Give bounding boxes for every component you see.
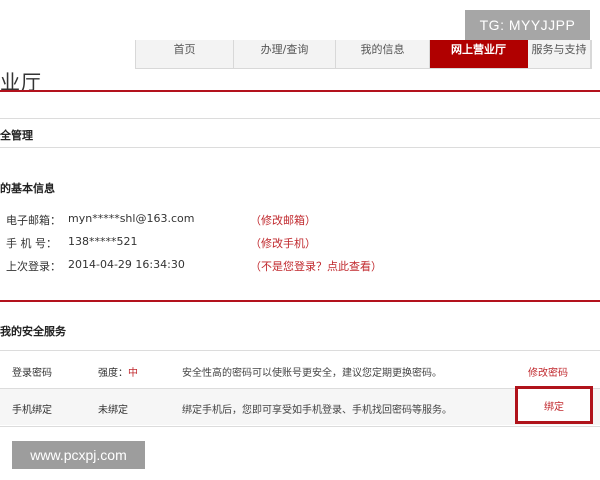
watermark-tag: TG: MYYJJPP [465, 10, 590, 40]
service-row-password: 登录密码 强度：中 安全性高的密码可以使账号更安全，建议您定期更换密码。 修改密… [0, 352, 600, 388]
service-name: 手机绑定 [12, 405, 52, 416]
service-desc: 安全性高的密码可以使账号更安全，建议您定期更换密码。 [182, 368, 442, 379]
info-row-phone: 手 机 号： 138*****521 （修改手机） [0, 235, 600, 251]
service-desc: 绑定手机后，您即可享受如手机登录、手机找回密码等服务。 [182, 405, 452, 416]
nav-tab-online-hall[interactable]: 网上营业厅 [430, 40, 528, 68]
info-value: myn*****shl@163.com [68, 212, 195, 225]
info-row-email: 电子邮箱： myn*****shl@163.com （修改邮箱） [0, 212, 600, 228]
bind-phone-button[interactable]: 绑定 [515, 386, 593, 424]
check-login-link[interactable]: （不是您登录？点此查看） [250, 258, 382, 274]
section-title-services: 我的安全服务 [0, 325, 66, 338]
divider [0, 350, 600, 351]
watermark-site: www.pcxpj.com [12, 441, 145, 469]
title-divider [0, 90, 600, 92]
info-label: 电子邮箱： [6, 214, 61, 227]
info-value: 138*****521 [68, 235, 138, 248]
section-divider [0, 300, 600, 302]
info-label: 上次登录： [6, 260, 61, 273]
password-strength: 强度：中 [98, 364, 138, 379]
divider [0, 147, 600, 148]
nav-tab-my-info[interactable]: 我的信息 [336, 40, 430, 68]
service-row-phone-binding: 手机绑定 未绑定 绑定手机后，您即可享受如手机登录、手机找回密码等服务。 [0, 389, 600, 425]
service-name: 登录密码 [12, 368, 52, 379]
info-label: 手 机 号： [6, 237, 57, 250]
nav-tab-business[interactable]: 办理/查询 [234, 40, 336, 68]
nav-tab-home[interactable]: 首页 [136, 40, 234, 68]
strength-label: 强度： [98, 368, 128, 379]
strength-value: 中 [128, 368, 138, 379]
nav-tab-service[interactable]: 服务与支持 [528, 40, 591, 68]
info-value: 2014-04-29 16:34:30 [68, 258, 185, 271]
change-phone-link[interactable]: （修改手机） [250, 235, 316, 251]
info-row-last-login: 上次登录： 2014-04-29 16:34:30 （不是您登录？点此查看） [0, 258, 600, 274]
divider [0, 118, 600, 119]
binding-status: 未绑定 [98, 405, 128, 416]
section-title-basic-info: 的基本信息 [0, 182, 55, 195]
section-title-security: 全管理 [0, 129, 33, 142]
divider [0, 426, 600, 427]
change-email-link[interactable]: （修改邮箱） [250, 212, 316, 228]
top-nav: 首页 办理/查询 我的信息 网上营业厅 服务与支持 [135, 40, 592, 69]
change-password-link[interactable]: 修改密码 [528, 364, 568, 379]
